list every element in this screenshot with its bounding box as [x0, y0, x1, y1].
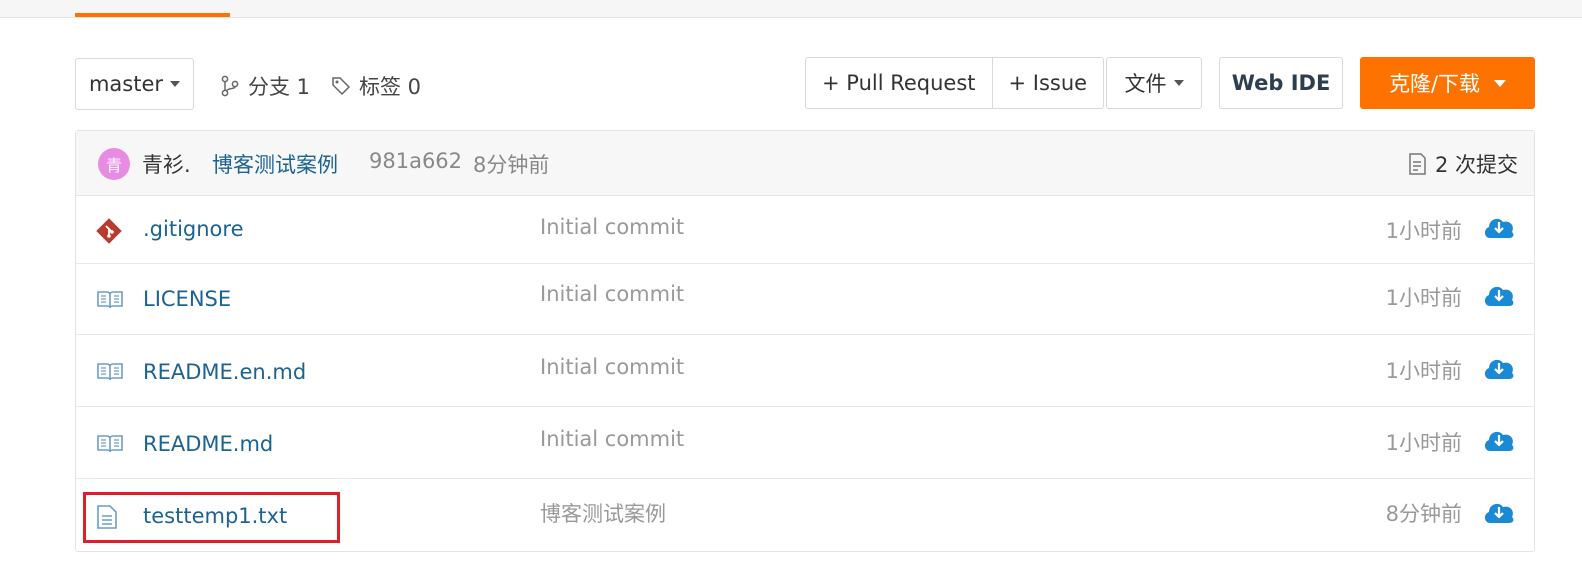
file-row: .gitignore Initial commit 1小时前 — [76, 196, 1534, 264]
new-issue-button[interactable]: + Issue — [991, 58, 1104, 108]
file-commit-message[interactable]: Initial commit — [540, 215, 684, 239]
file-commit-message[interactable]: Initial commit — [540, 427, 684, 451]
book-icon — [97, 291, 123, 309]
files-dropdown[interactable]: 文件 — [1106, 57, 1202, 109]
file-time: 8分钟前 — [1385, 502, 1462, 526]
web-ide-button[interactable]: Web IDE — [1219, 57, 1343, 109]
book-icon — [97, 435, 123, 453]
latest-commit-bar: 青 青衫. 博客测试案例 981a662 8分钟前 2 次提交 — [76, 131, 1534, 196]
file-name-link[interactable]: LICENSE — [143, 287, 231, 311]
file-time: 1小时前 — [1385, 219, 1462, 243]
commit-time: 8分钟前 — [473, 153, 550, 177]
file-row: testtemp1.txt 博客测试案例 8分钟前 — [76, 479, 1534, 551]
avatar[interactable]: 青 — [98, 148, 130, 180]
file-time: 1小时前 — [1385, 359, 1462, 383]
branches-link[interactable]: 分支 1 — [220, 71, 310, 101]
active-tab-indicator — [75, 13, 230, 17]
file-name-link[interactable]: .gitignore — [143, 217, 244, 241]
branch-label: master — [88, 72, 164, 96]
chevron-down-icon — [1494, 79, 1507, 87]
file-commit-message[interactable]: Initial commit — [540, 355, 684, 379]
commits-count-link[interactable]: 2 次提交 — [1407, 149, 1518, 179]
branch-icon — [221, 75, 239, 97]
file-row: LICENSE Initial commit 1小时前 — [76, 264, 1534, 335]
file-row: README.md Initial commit 1小时前 — [76, 407, 1534, 479]
chevron-down-icon — [170, 81, 181, 87]
tags-count: 标签 0 — [359, 75, 422, 99]
text-file-icon — [97, 505, 117, 529]
file-name-link[interactable]: testtemp1.txt — [143, 504, 287, 528]
tag-icon — [332, 77, 351, 96]
file-commit-message[interactable]: Initial commit — [540, 282, 684, 306]
pr-issue-group: + Pull Request + Issue — [805, 57, 1105, 109]
file-row: README.en.md Initial commit 1小时前 — [76, 335, 1534, 407]
branches-count: 分支 1 — [248, 75, 311, 99]
git-file-icon — [96, 218, 122, 244]
clone-label: 克隆/下载 — [1388, 72, 1481, 96]
new-pull-request-button[interactable]: + Pull Request — [806, 58, 992, 108]
commit-sha-link[interactable]: 981a662 — [369, 149, 462, 173]
history-icon — [1409, 153, 1426, 175]
file-time: 1小时前 — [1385, 286, 1462, 310]
commits-count: 2 次提交 — [1434, 153, 1518, 177]
file-name-link[interactable]: README.md — [143, 432, 273, 456]
chevron-down-icon — [1173, 80, 1184, 86]
cloud-download-icon[interactable] — [1482, 499, 1516, 525]
branch-select[interactable]: master — [75, 58, 194, 110]
file-time: 1小时前 — [1385, 431, 1462, 455]
commit-message-link[interactable]: 博客测试案例 — [212, 149, 338, 179]
cloud-download-icon[interactable] — [1482, 214, 1516, 240]
cloud-download-icon[interactable] — [1482, 355, 1516, 381]
book-icon — [97, 363, 123, 381]
file-table: 青 青衫. 博客测试案例 981a662 8分钟前 2 次提交 .gitigno… — [75, 130, 1535, 552]
file-name-link[interactable]: README.en.md — [143, 360, 306, 384]
tags-link[interactable]: 标签 0 — [331, 71, 421, 101]
top-tab-bar — [0, 0, 1582, 18]
cloud-download-icon[interactable] — [1482, 282, 1516, 308]
cloud-download-icon[interactable] — [1482, 427, 1516, 453]
file-commit-message[interactable]: 博客测试案例 — [540, 498, 666, 528]
files-label: 文件 — [1124, 72, 1167, 96]
commit-author[interactable]: 青衫. — [142, 149, 191, 179]
clone-download-button[interactable]: 克隆/下载 — [1360, 57, 1535, 109]
